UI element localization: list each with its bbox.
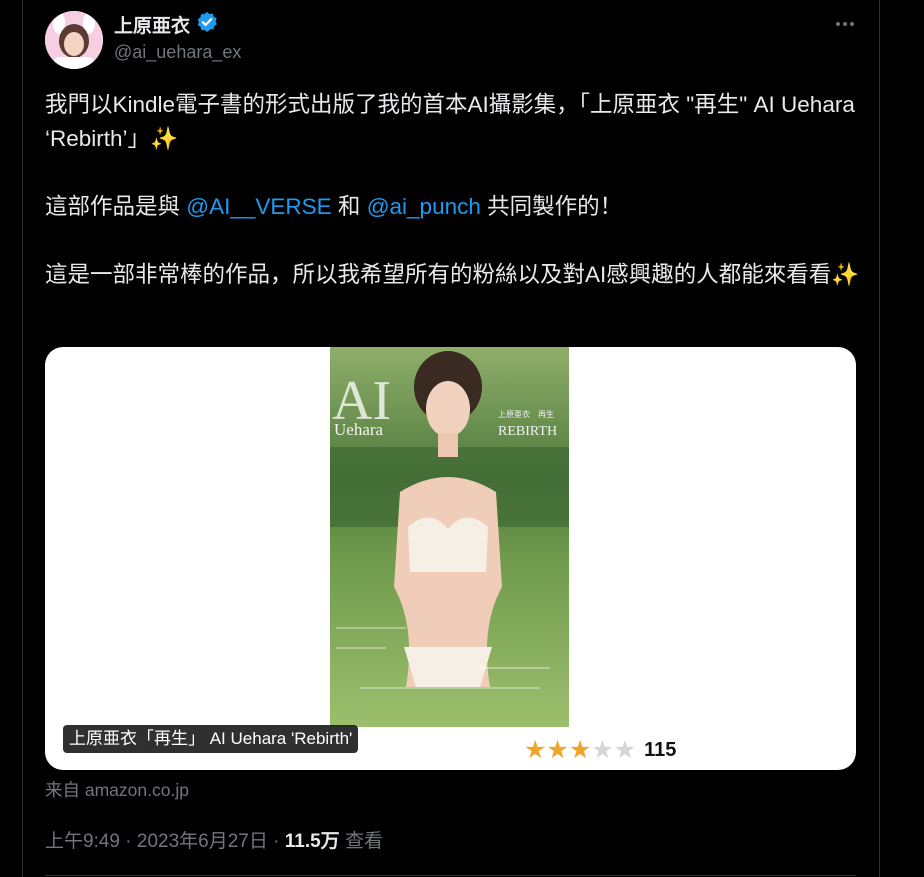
rating-count: 115 xyxy=(644,738,677,761)
cover-title-jp: 上原亜衣 再生 xyxy=(498,409,554,419)
more-options-icon[interactable] xyxy=(830,10,860,38)
sparkles-emoji-icon: ✨ xyxy=(831,262,860,287)
link-preview-card[interactable]: AI Uehara REBIRTH 上原亜衣 再生 上原亜衣「再生」 AI Ue… xyxy=(45,347,856,770)
verified-badge-icon xyxy=(196,11,218,38)
star-filled-icon: ★ xyxy=(524,736,547,764)
mention-ai-punch[interactable]: @ai_punch xyxy=(367,194,481,219)
tweet-text-line-2-suffix: 共同製作的！ xyxy=(480,194,623,219)
meta-separator: · xyxy=(273,831,280,852)
star-filled-icon: ★ xyxy=(546,736,569,764)
tweet-date[interactable]: 2023年6月27日 xyxy=(137,831,268,852)
timeline-border-left xyxy=(22,0,23,877)
tweet-text: 我門以Kindle電子書的形式出版了我的首本AI攝影集，「上原亜衣 "再生" A… xyxy=(45,88,865,292)
mention-ai-verse[interactable]: @AI__VERSE xyxy=(186,194,331,219)
tweet-text-line-2-prefix: 這部作品是與 xyxy=(45,194,187,219)
star-empty-icon: ★ xyxy=(613,736,637,764)
star-empty-icon: ★ xyxy=(591,736,614,764)
tweet-metadata: 上午9:49 · 2023年6月27日 · 11.5万 查看 xyxy=(45,826,383,853)
book-cover-image: AI Uehara REBIRTH 上原亜衣 再生 xyxy=(330,347,569,727)
tweet-paragraph-3: 這是一部非常棒的作品，所以我希望所有的粉絲以及對AI感興趣的人都能來看看✨ xyxy=(45,258,865,292)
author-display-name[interactable]: 上原亜衣 xyxy=(114,11,190,38)
cover-title-left: Uehara xyxy=(334,420,384,439)
tweet-text-line-3: 這是一部非常棒的作品，所以我希望所有的粉絲以及對AI感興趣的人都能來看看 xyxy=(45,262,832,287)
meta-separator: · xyxy=(125,831,132,852)
avatar[interactable] xyxy=(45,11,103,69)
author-handle[interactable]: @ai_uehara_ex xyxy=(114,42,241,63)
tweet-paragraph-2: 這部作品是與 @AI__VERSE 和 @ai_punch 共同製作的！ xyxy=(45,190,865,224)
views-label: 查看 xyxy=(344,831,383,852)
tweet-paragraph-1: 我門以Kindle電子書的形式出版了我的首本AI攝影集，「上原亜衣 "再生" A… xyxy=(45,88,865,156)
tweet-text-line-2-and: 和 xyxy=(331,194,367,219)
tweet-time[interactable]: 上午9:49 xyxy=(45,831,120,852)
author-name-row[interactable]: 上原亜衣 xyxy=(114,11,218,38)
view-count: 11.5万 xyxy=(284,831,340,852)
star-rating: ★ ★ ★ ★ ★ 115 xyxy=(524,737,676,763)
divider xyxy=(45,875,856,876)
star-filled-icon: ★ xyxy=(568,736,592,764)
timeline-border-right xyxy=(879,0,880,877)
card-title: 上原亜衣「再生」 AI Uehara 'Rebirth' xyxy=(63,725,359,753)
card-source-link[interactable]: 来自 amazon.co.jp xyxy=(45,777,189,802)
cover-title-right: REBIRTH xyxy=(498,424,557,439)
sparkles-emoji-icon: ✨ xyxy=(150,126,179,151)
